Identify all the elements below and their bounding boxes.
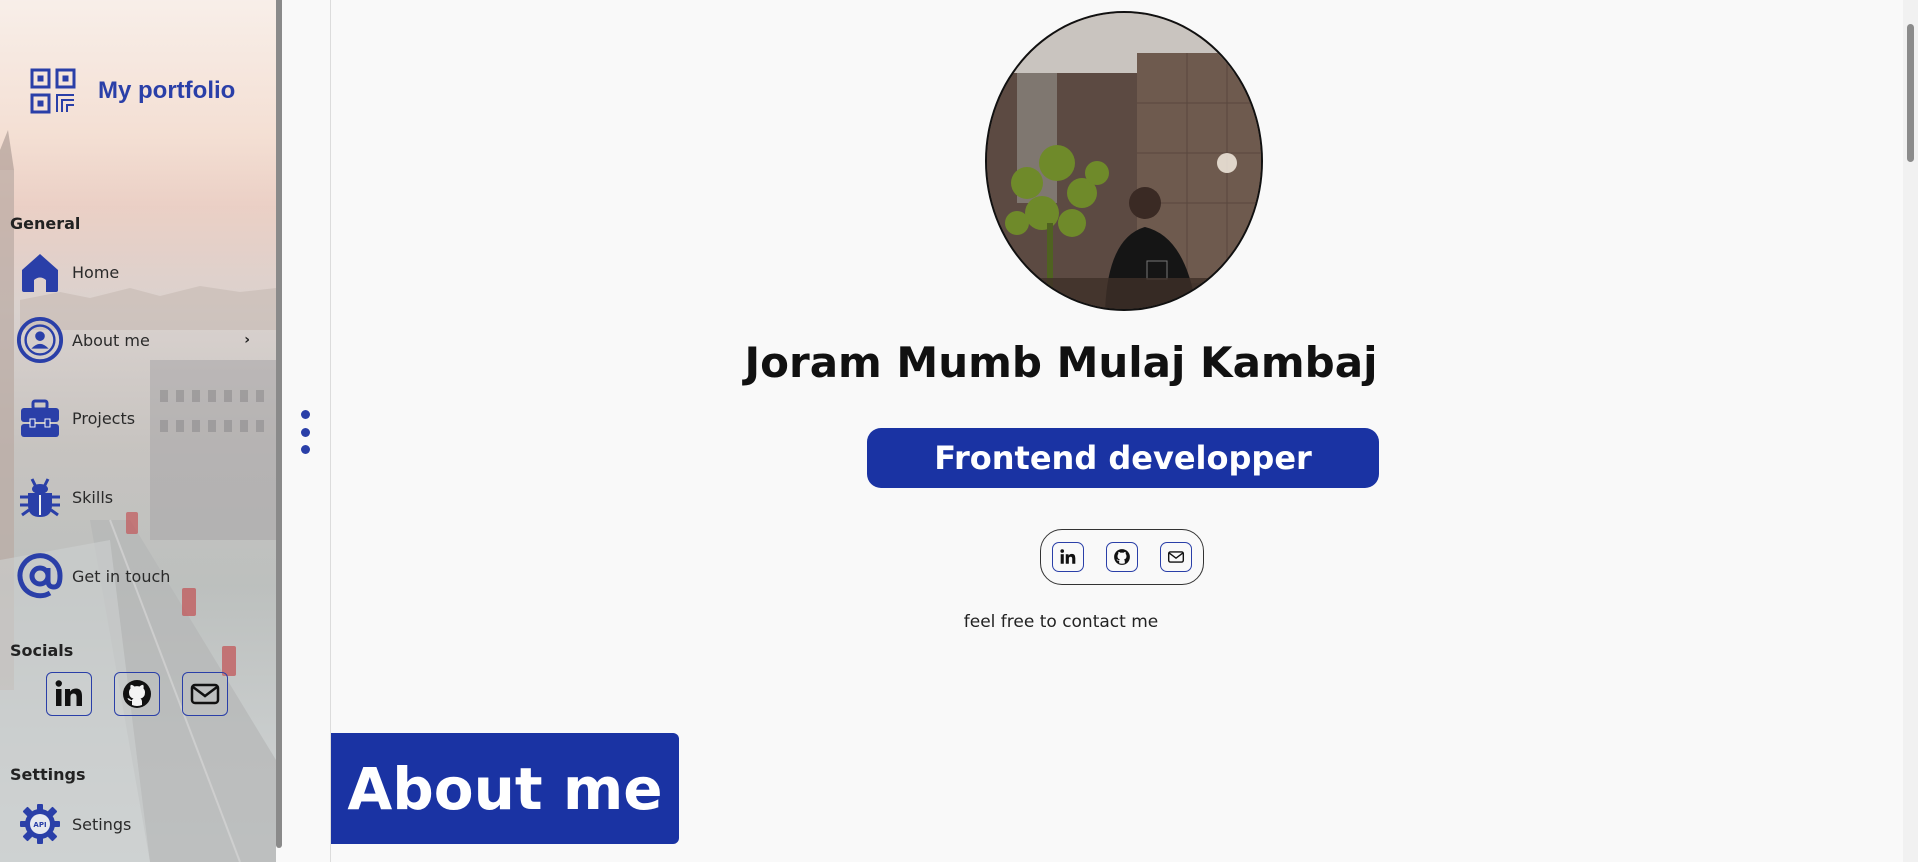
- sidebar-resize-handle[interactable]: [276, 0, 282, 848]
- linkedin-button[interactable]: [1052, 542, 1084, 572]
- sidebar-item-label: Setings: [72, 814, 132, 834]
- sidebar-item-settings[interactable]: API Setings: [16, 796, 256, 852]
- email-button[interactable]: [182, 672, 228, 716]
- github-button[interactable]: [114, 672, 160, 716]
- sidebar-item-label: Get in touch: [72, 566, 171, 586]
- github-icon: [1114, 549, 1130, 565]
- about-section-title: About me: [331, 733, 679, 844]
- home-icon: [16, 248, 64, 296]
- profile-photo: [985, 11, 1263, 311]
- mail-icon: [1167, 551, 1185, 563]
- sidebar-item-about[interactable]: About me ›: [16, 312, 256, 368]
- brand[interactable]: My portfolio: [30, 68, 235, 114]
- sidebar-item-label: Home: [72, 262, 120, 282]
- github-icon: [123, 680, 151, 708]
- sidebar-item-projects[interactable]: Projects: [16, 390, 256, 446]
- mail-icon: [190, 683, 220, 705]
- role-badge: Frontend developper: [867, 428, 1379, 488]
- user-circle-icon: [16, 316, 64, 364]
- contact-links: [1040, 529, 1204, 585]
- api-gear-icon: API: [16, 800, 64, 848]
- profile-name: Joram Mumb Mulaj Kambaj: [744, 338, 1378, 387]
- sidebar-item-label: Projects: [72, 408, 136, 428]
- socials-section-label: Socials: [10, 641, 74, 660]
- profile-photo-image: [987, 13, 1261, 309]
- general-section-label: General: [10, 214, 81, 233]
- chevron-right-icon[interactable]: ›: [244, 332, 250, 348]
- linkedin-icon: [1060, 549, 1076, 564]
- linkedin-button[interactable]: [46, 672, 92, 716]
- sidebar: My portfolio General Home About me › Pro…: [0, 0, 276, 862]
- settings-section-label: Settings: [10, 765, 86, 784]
- at-sign-icon: [16, 552, 64, 600]
- sidebar-item-label: About me: [72, 330, 150, 350]
- briefcase-icon: [16, 394, 64, 442]
- sidebar-item-skills[interactable]: Skills: [16, 469, 256, 525]
- page-scrollbar[interactable]: [1903, 0, 1918, 862]
- brand-title: My portfolio: [98, 77, 236, 104]
- main-content: Joram Mumb Mulaj Kambaj Frontend develop…: [331, 0, 1901, 862]
- bug-icon: [16, 473, 64, 521]
- sidebar-item-contact[interactable]: Get in touch: [16, 548, 256, 604]
- settings-icon-text: API: [33, 821, 46, 829]
- email-button[interactable]: [1160, 542, 1192, 572]
- sidebar-item-home[interactable]: Home: [16, 244, 256, 300]
- linkedin-icon: [55, 680, 82, 706]
- sidebar-toggle-kebab-icon[interactable]: [296, 410, 314, 454]
- contact-note: feel free to contact me: [963, 612, 1159, 632]
- scrollbar-thumb[interactable]: [1907, 24, 1914, 162]
- sidebar-socials: [46, 672, 228, 716]
- qr-code-logo-icon: [30, 68, 76, 114]
- sidebar-item-label: Skills: [72, 487, 114, 507]
- github-button[interactable]: [1106, 542, 1138, 572]
